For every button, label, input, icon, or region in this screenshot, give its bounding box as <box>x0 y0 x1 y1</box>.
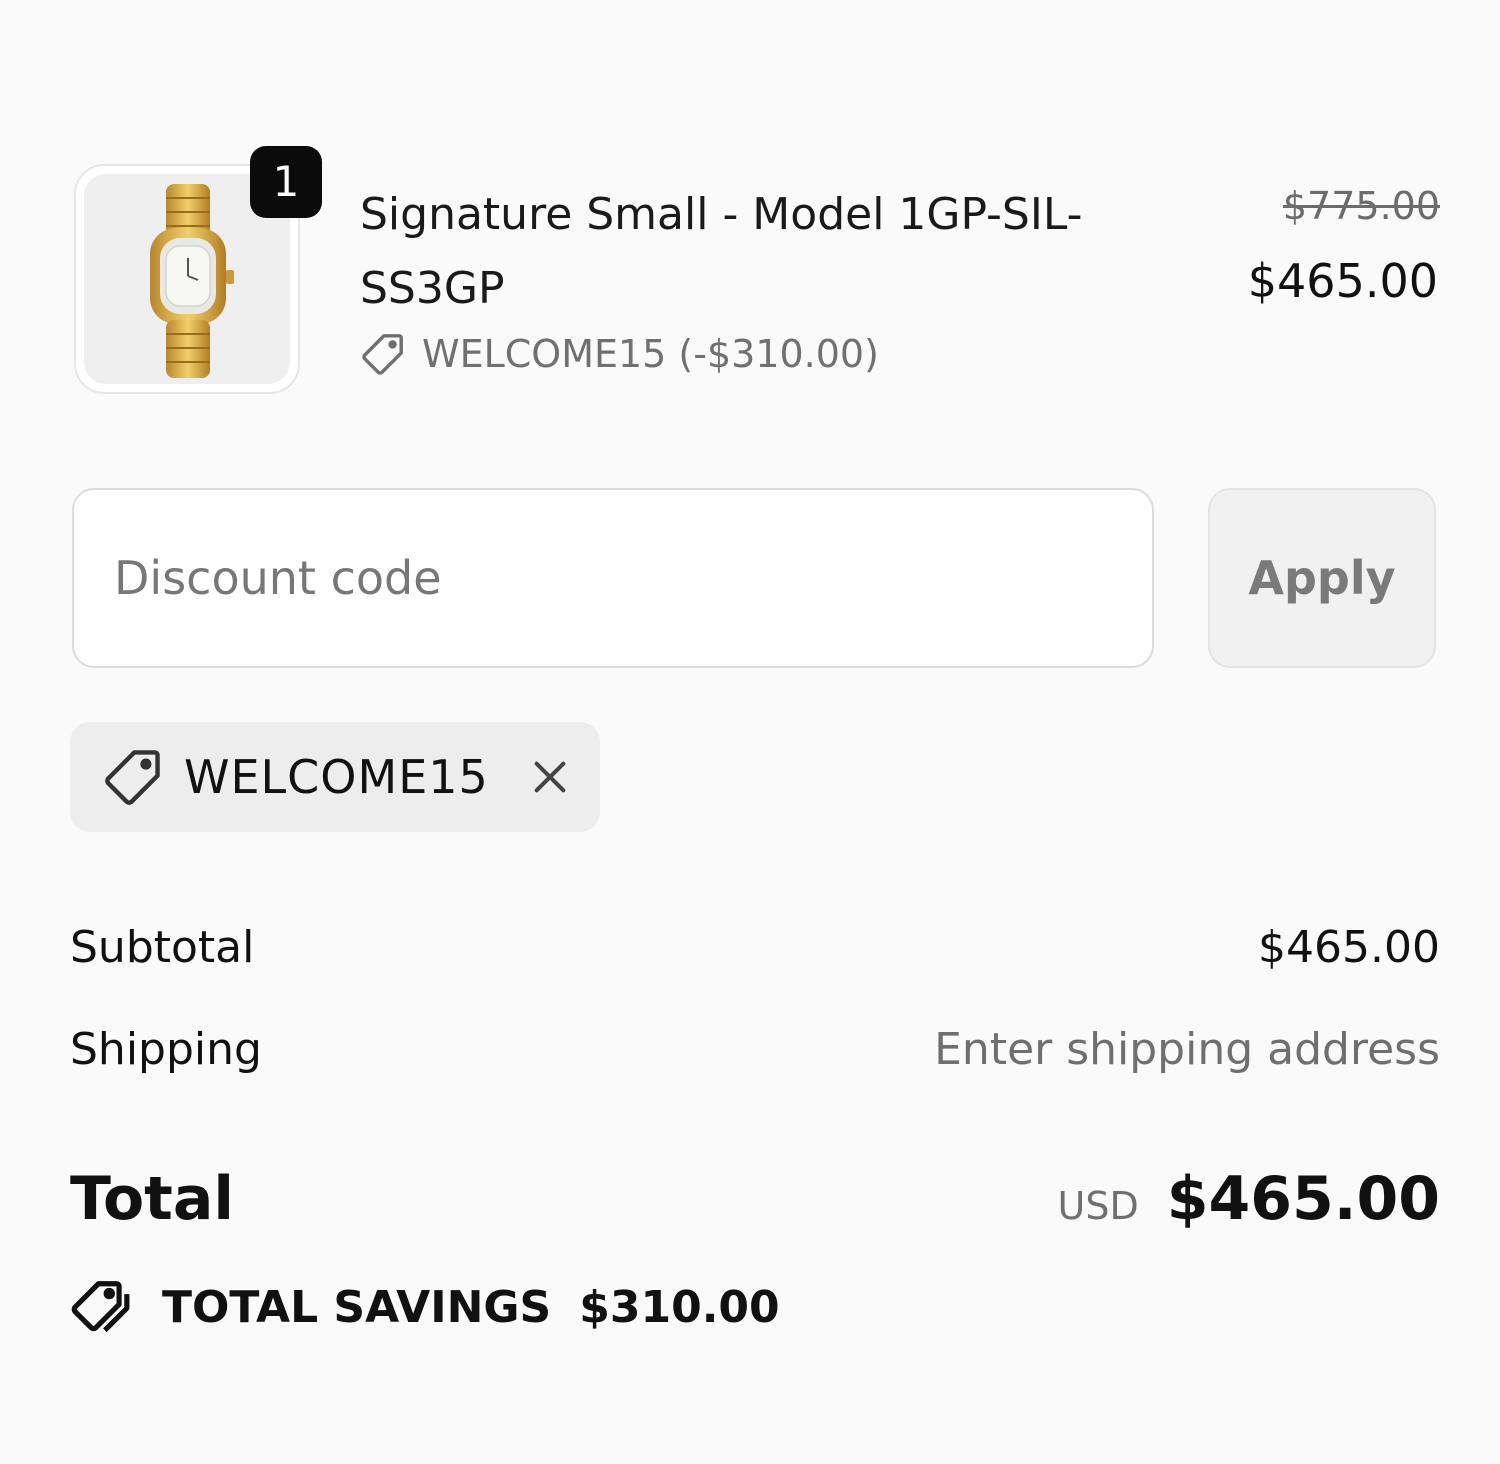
total-savings-label: TOTAL SAVINGS <box>162 1281 552 1333</box>
current-price: $465.00 <box>1247 254 1438 308</box>
subtotal-value: $465.00 <box>1258 922 1440 973</box>
total-savings: TOTAL SAVINGS $310.00 <box>70 1276 780 1338</box>
shipping-value: Enter shipping address <box>934 1024 1440 1075</box>
total-value-group: USD $465.00 <box>1058 1164 1440 1234</box>
subtotal-label: Subtotal <box>70 922 255 973</box>
quantity-badge: 1 <box>250 146 322 218</box>
product-discount-line: WELCOME15 (-$310.00) <box>360 326 879 382</box>
apply-button[interactable]: Apply <box>1208 488 1436 668</box>
original-price: $775.00 <box>1282 184 1440 228</box>
tag-icon <box>105 750 160 805</box>
total-currency: USD <box>1057 1184 1139 1228</box>
applied-code-label: WELCOME15 <box>184 750 489 804</box>
product-discount-text: WELCOME15 (-$310.00) <box>422 332 879 376</box>
total-amount: $465.00 <box>1166 1164 1440 1234</box>
tag-icon <box>362 334 403 375</box>
discount-code-input[interactable] <box>72 488 1154 668</box>
total-label: Total <box>70 1164 234 1234</box>
remove-code-button[interactable] <box>527 754 573 800</box>
close-icon <box>534 761 566 793</box>
applied-discount-chip: WELCOME15 <box>70 722 600 832</box>
product-title: Signature Small - Model 1GP-SIL-SS3GP <box>360 189 1083 314</box>
total-savings-value: $310.00 <box>579 1281 780 1333</box>
shipping-label: Shipping <box>70 1024 262 1075</box>
tags-icon <box>71 1281 130 1333</box>
